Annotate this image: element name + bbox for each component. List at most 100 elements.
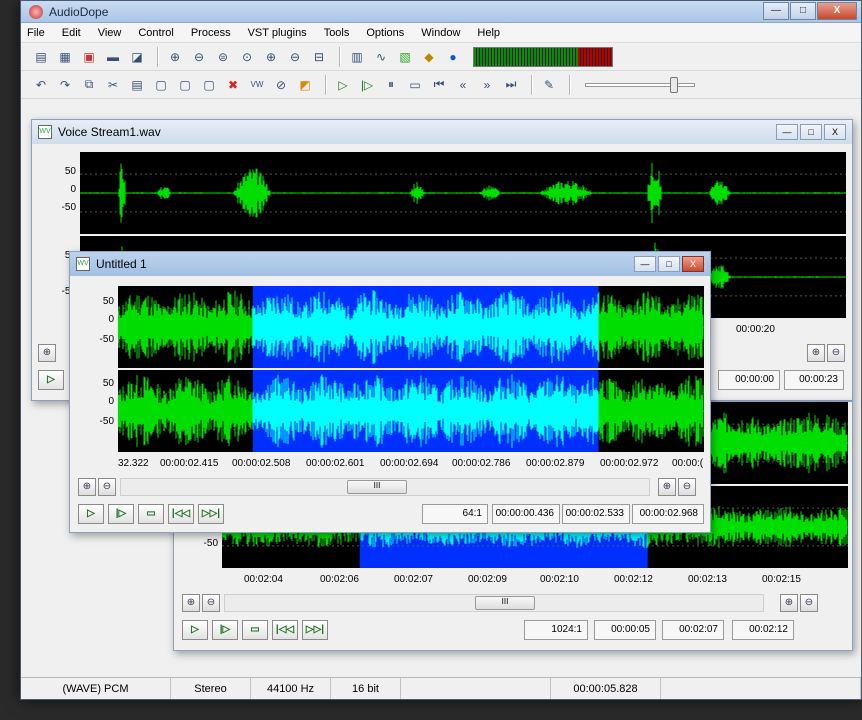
paste-icon[interactable]: ▤	[127, 75, 147, 95]
zoom-in-v-button[interactable]: ⊕	[78, 478, 96, 496]
new-doc-icon[interactable]: ▤	[31, 47, 51, 67]
minimize-button[interactable]: —	[763, 2, 789, 20]
status-sample-rate: 44100 Hz	[251, 678, 331, 699]
play-icon[interactable]: ▷	[333, 75, 353, 95]
window-maximize-button[interactable]: □	[658, 256, 680, 272]
amplitude-scale: 500-50	[61, 166, 76, 213]
forward-icon[interactable]: »	[477, 75, 497, 95]
horizontal-scrollbar[interactable]: III	[224, 594, 764, 612]
invert-icon[interactable]: ⊘	[271, 75, 291, 95]
paste-mix-icon[interactable]: ▢	[151, 75, 171, 95]
window-close-button[interactable]: X	[682, 256, 704, 272]
play-button[interactable]: ▷	[78, 504, 104, 524]
stop-button[interactable]: ▭	[138, 504, 164, 524]
zoom-in-icon[interactable]: ⊕	[165, 47, 185, 67]
menu-bar: File Edit View Control Process VST plugi…	[21, 23, 861, 43]
zoom-out-v-button[interactable]: ⊖	[98, 478, 116, 496]
close-button[interactable]: X	[817, 2, 857, 20]
zoom-out-v-button[interactable]: ⊖	[202, 594, 220, 612]
zoom-out-button[interactable]: ⊖	[678, 478, 696, 496]
play-selection-button[interactable]: |▷	[212, 620, 238, 640]
menu-control[interactable]: Control	[138, 27, 173, 39]
scrollbar-thumb[interactable]: III	[347, 480, 407, 494]
window-minimize-button[interactable]: —	[776, 124, 798, 140]
cut-icon[interactable]: ✂	[103, 75, 123, 95]
paste-new-icon[interactable]: ▢	[175, 75, 195, 95]
zoom-in-button[interactable]: ⊕	[38, 344, 56, 362]
menu-tools[interactable]: Tools	[324, 27, 350, 39]
menu-vst-plugins[interactable]: VST plugins	[248, 27, 307, 39]
info-icon[interactable]: ●	[443, 47, 463, 67]
horizontal-scrollbar[interactable]: III	[120, 478, 650, 496]
wave-doc-icon: WV	[76, 257, 90, 271]
play-button[interactable]: ▷	[38, 370, 64, 390]
to-end-icon[interactable]: ⏭	[501, 75, 521, 95]
to-start-button[interactable]: |◁◁	[272, 620, 298, 640]
undo-icon[interactable]: ↶	[31, 75, 51, 95]
zoom-in-v-icon[interactable]: ⊕	[261, 47, 281, 67]
waveform-icon[interactable]: ∿	[371, 47, 391, 67]
maximize-button[interactable]: □	[790, 2, 816, 20]
window-close-button[interactable]: X	[824, 124, 846, 140]
delete-icon[interactable]: ✖	[223, 75, 243, 95]
waveform-channel-right[interactable]	[118, 370, 704, 452]
save-icon[interactable]: ▬	[103, 47, 123, 67]
window-untitled: WV Untitled 1 — □ X 50 0 -50 50 0 -50 32.322 00:…	[69, 251, 711, 533]
window-maximize-button[interactable]: □	[800, 124, 822, 140]
menu-options[interactable]: Options	[366, 27, 404, 39]
app-window: AudioDope — □ X File Edit View Control P…	[20, 0, 862, 700]
zoom-fit-icon[interactable]: ⊟	[309, 47, 329, 67]
menu-view[interactable]: View	[98, 27, 122, 39]
waveform-channel-left[interactable]	[118, 286, 704, 368]
vst-icon[interactable]: ◆	[419, 47, 439, 67]
scrollbar-thumb[interactable]: III	[475, 596, 535, 610]
to-start-icon[interactable]: ⏮	[429, 75, 449, 95]
reverse-icon[interactable]: ◩	[295, 75, 315, 95]
zoom-out-button[interactable]: ⊖	[827, 344, 845, 362]
to-end-button[interactable]: ▷▷|	[302, 620, 328, 640]
dx-fx-icon[interactable]: ▧	[395, 47, 415, 67]
toolbar-separator	[157, 46, 159, 67]
zoom-out-icon[interactable]: ⊖	[189, 47, 209, 67]
menu-edit[interactable]: Edit	[62, 27, 81, 39]
waveform-channel-left[interactable]	[80, 152, 846, 234]
stop-icon[interactable]: ▭	[405, 75, 425, 95]
zoom-out-v-icon[interactable]: ⊖	[285, 47, 305, 67]
silence-icon[interactable]: VW	[247, 75, 267, 95]
zoom-in-button[interactable]: ⊕	[807, 344, 825, 362]
zoom-in-v-button[interactable]: ⊕	[182, 594, 200, 612]
menu-process[interactable]: Process	[191, 27, 231, 39]
crop-icon[interactable]: ▢	[199, 75, 219, 95]
menu-help[interactable]: Help	[477, 27, 500, 39]
menu-window[interactable]: Window	[421, 27, 460, 39]
spectrum-icon[interactable]: ▥	[347, 47, 367, 67]
pause-icon[interactable]: ⏸	[381, 75, 401, 95]
toolbar-separator	[569, 74, 571, 95]
save-as-icon[interactable]: ◪	[127, 47, 147, 67]
status-spacer	[661, 678, 861, 699]
copy-icon[interactable]: ⧉	[79, 75, 99, 95]
play-button[interactable]: ▷	[182, 620, 208, 640]
rewind-icon[interactable]: «	[453, 75, 473, 95]
menu-file[interactable]: File	[27, 27, 45, 39]
redo-icon[interactable]: ↷	[55, 75, 75, 95]
play-selection-button[interactable]: |▷	[108, 504, 134, 524]
zoom-in-button[interactable]: ⊕	[780, 594, 798, 612]
volume-slider[interactable]	[585, 76, 695, 93]
status-spacer	[401, 678, 551, 699]
zoom-full-icon[interactable]: ⊜	[213, 47, 233, 67]
zoom-out-button[interactable]: ⊖	[800, 594, 818, 612]
zoom-in-button[interactable]: ⊕	[658, 478, 676, 496]
window-minimize-button[interactable]: —	[634, 256, 656, 272]
view-end-field: 00:02:12	[732, 620, 794, 640]
open-icon[interactable]: ▦	[55, 47, 75, 67]
play-selection-icon[interactable]: |▷	[357, 75, 377, 95]
volume-slider-thumb[interactable]	[670, 76, 678, 93]
close-doc-icon[interactable]: ▣	[79, 47, 99, 67]
to-start-button[interactable]: |◁◁	[168, 504, 194, 524]
to-end-button[interactable]: ▷▷|	[198, 504, 224, 524]
amplitude-scale: -50	[203, 538, 218, 549]
record-icon[interactable]: ✎	[539, 75, 559, 95]
zoom-select-icon[interactable]: ⊙	[237, 47, 257, 67]
stop-button[interactable]: ▭	[242, 620, 268, 640]
